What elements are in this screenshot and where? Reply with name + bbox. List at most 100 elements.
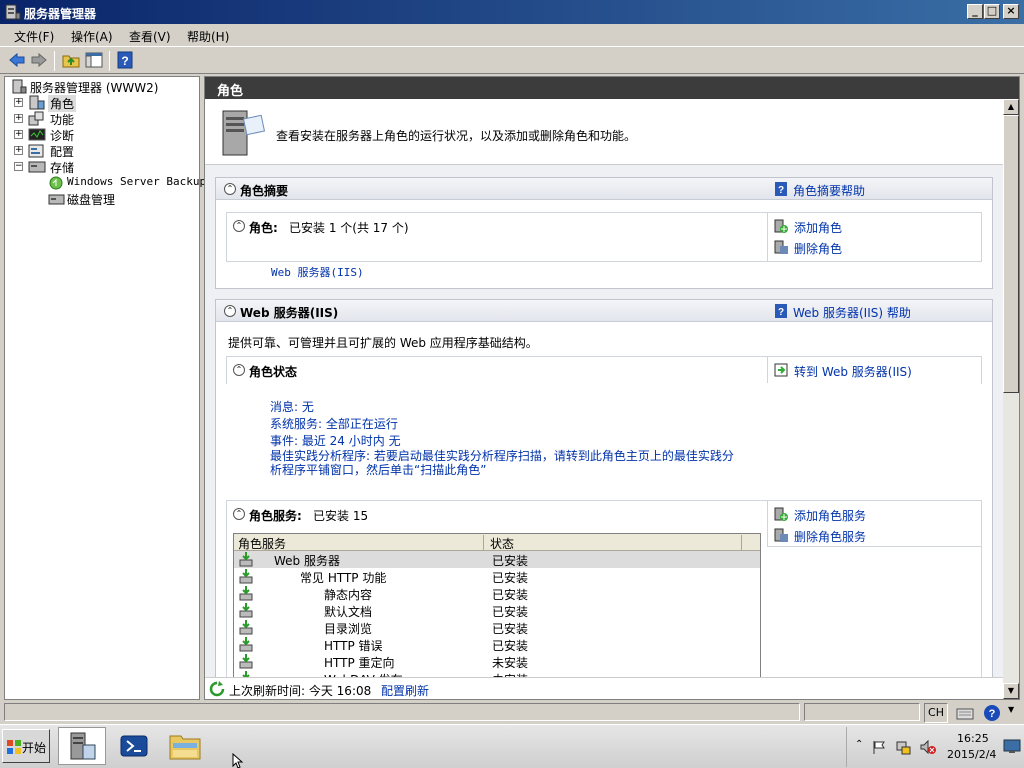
- server-manager-icon: [5, 4, 21, 20]
- expand-toggle[interactable]: +: [14, 130, 23, 139]
- expand-toggle[interactable]: +: [14, 146, 23, 155]
- web-server-role-link[interactable]: Web 服务器(IIS): [271, 264, 364, 280]
- table-row[interactable]: 目录浏览 已安装: [234, 619, 760, 636]
- show-hidden-icons-icon[interactable]: ⌃: [855, 739, 863, 750]
- installed-status-icon: [239, 637, 253, 652]
- powershell-icon: [120, 735, 148, 757]
- scroll-down-button[interactable]: ▼: [1003, 683, 1019, 699]
- refresh-icon: [209, 681, 225, 697]
- tree-item-disk-management[interactable]: 磁盘管理: [67, 191, 115, 208]
- menu-view[interactable]: 查看(V): [129, 28, 171, 45]
- taskbar: 开始 CH ? ▼ ⌃ 16:25 2015/2/4: [0, 703, 1024, 768]
- column-header-service[interactable]: 角色服务: [238, 535, 484, 551]
- tree-item-roles[interactable]: 角色: [48, 95, 77, 112]
- web-server-help-link[interactable]: Web 服务器(IIS) 帮助: [793, 304, 911, 321]
- column-header-status[interactable]: 状态: [490, 535, 742, 551]
- role-summary-header: ⌃ 角色摘要 ? 角色摘要帮助: [216, 178, 992, 200]
- expand-toggle[interactable]: +: [14, 98, 23, 107]
- tree-item-features[interactable]: 功能: [50, 111, 74, 128]
- refresh-status: 上次刷新时间: 今天 16:08 配置刷新: [205, 677, 1003, 699]
- menu-help[interactable]: 帮助(H): [187, 28, 229, 45]
- collapse-chevron-icon[interactable]: ⌃: [233, 220, 245, 232]
- start-button[interactable]: 开始: [2, 729, 50, 763]
- role-service-name: HTTP 重定向: [324, 656, 395, 670]
- roles-installed-count: 已安装 1 个(共 17 个): [289, 221, 409, 235]
- ime-options-icon[interactable]: ▼: [1008, 705, 1014, 714]
- installed-status-icon: [239, 586, 253, 601]
- up-folder-icon[interactable]: [62, 51, 80, 69]
- language-indicator[interactable]: CH: [924, 703, 948, 723]
- tree-root[interactable]: 服务器管理器 (WWW2): [30, 79, 158, 96]
- remove-role-service-link[interactable]: 删除角色服务: [794, 528, 866, 545]
- remove-role-link[interactable]: 删除角色: [794, 240, 842, 257]
- role-status-tasks: 转到 Web 服务器(IIS): [767, 357, 981, 383]
- toolbar: ?: [0, 46, 1024, 74]
- roles-icon: [29, 95, 45, 110]
- forward-arrow-icon[interactable]: [30, 51, 48, 69]
- network-icon[interactable]: [895, 739, 911, 755]
- add-role-link[interactable]: 添加角色: [794, 219, 842, 236]
- goto-web-server-link[interactable]: 转到 Web 服务器(IIS): [794, 363, 912, 380]
- show-desktop-icon[interactable]: [1003, 737, 1021, 755]
- collapse-toggle[interactable]: −: [14, 162, 23, 171]
- table-header: 角色服务 状态: [234, 534, 760, 551]
- tree-item-windows-server-backup[interactable]: Windows Server Backup: [67, 175, 206, 188]
- scroll-up-button[interactable]: ▲: [1003, 99, 1019, 115]
- collapse-chevron-icon[interactable]: ⌃: [233, 364, 245, 376]
- role-services-label: 角色服务:: [249, 509, 302, 523]
- status-events: 事件: 最近 24 小时内 无: [270, 434, 401, 448]
- goto-icon: [774, 363, 788, 377]
- tree-item-configuration[interactable]: 配置: [50, 143, 74, 160]
- add-role-service-link[interactable]: 添加角色服务: [794, 507, 866, 524]
- collapse-chevron-icon[interactable]: ⌃: [224, 183, 236, 195]
- back-arrow-icon[interactable]: [8, 51, 26, 69]
- role-summary-help-link[interactable]: 角色摘要帮助: [793, 182, 865, 199]
- expand-toggle[interactable]: +: [14, 114, 23, 123]
- collapse-chevron-icon[interactable]: ⌃: [233, 508, 245, 520]
- taskbar-server-manager[interactable]: [58, 727, 106, 765]
- installed-status-icon: [239, 552, 253, 567]
- table-row[interactable]: 默认文档 已安装: [234, 602, 760, 619]
- volume-muted-icon[interactable]: [919, 739, 937, 755]
- svg-text:?: ?: [121, 54, 128, 68]
- table-row[interactable]: 静态内容 已安装: [234, 585, 760, 602]
- vertical-scrollbar[interactable]: ▲ ▼: [1003, 99, 1019, 699]
- help-icon[interactable]: ?: [116, 51, 134, 69]
- diagnostics-icon: [28, 128, 46, 141]
- clock-date[interactable]: 2015/2/4: [947, 748, 996, 761]
- role-summary-heading: 角色摘要: [240, 184, 289, 198]
- menu-action[interactable]: 操作(A): [71, 28, 113, 45]
- collapse-chevron-icon[interactable]: ⌃: [224, 305, 236, 317]
- web-server-description: 提供可靠、可管理并且可扩展的 Web 应用程序基础结构。: [228, 336, 538, 350]
- close-button[interactable]: ×: [1003, 4, 1019, 19]
- table-row[interactable]: Web 服务器 已安装: [234, 551, 760, 568]
- scroll-thumb[interactable]: [1003, 115, 1019, 393]
- clock-time[interactable]: 16:25: [957, 732, 989, 745]
- roles-label: 角色:: [249, 221, 278, 235]
- last-refresh-time: 上次刷新时间: 今天 16:08: [229, 684, 372, 698]
- keyboard-icon[interactable]: [956, 705, 974, 721]
- role-services-table[interactable]: 角色服务 状态 Web 服务器 已安装 常见 HTTP 功能 已安装 静态内容 已安装 默认…: [233, 533, 761, 677]
- action-center-flag-icon[interactable]: [871, 739, 887, 755]
- configure-refresh-link[interactable]: 配置刷新: [381, 682, 429, 699]
- show-hide-tree-icon[interactable]: [85, 51, 103, 69]
- tree-item-diagnostics[interactable]: 诊断: [50, 127, 74, 144]
- status-bpa: 最佳实践分析程序: 若要启动最佳实践分析程序扫描，请转到此角色主页上的最佳实践分…: [270, 449, 770, 477]
- role-service-name: 目录浏览: [324, 622, 373, 636]
- taskbar-powershell[interactable]: [110, 727, 158, 765]
- table-row[interactable]: WebDAV 发布未安装: [234, 670, 760, 677]
- maximize-button[interactable]: □: [984, 4, 1000, 19]
- menu-file[interactable]: 文件(F): [14, 28, 54, 45]
- ime-help-icon[interactable]: ?: [983, 704, 1001, 722]
- minimize-button[interactable]: _: [967, 4, 983, 19]
- table-row[interactable]: HTTP 重定向 未安装: [234, 653, 760, 670]
- svg-text:?: ?: [778, 307, 784, 318]
- tree-item-storage[interactable]: 存储: [50, 159, 74, 176]
- content-body: ⌃ 角色摘要 ? 角色摘要帮助 ⌃ 角色: 已安装 1 个(共 17 个) 添加…: [205, 165, 1003, 677]
- installed-status-icon: [239, 569, 253, 584]
- table-row[interactable]: 常见 HTTP 功能 已安装: [234, 568, 760, 585]
- table-row[interactable]: HTTP 错误 已安装: [234, 636, 760, 653]
- roles-tasks: 添加角色 删除角色: [767, 213, 981, 261]
- mouse-cursor-icon: [232, 753, 244, 768]
- taskbar-explorer[interactable]: [162, 727, 210, 765]
